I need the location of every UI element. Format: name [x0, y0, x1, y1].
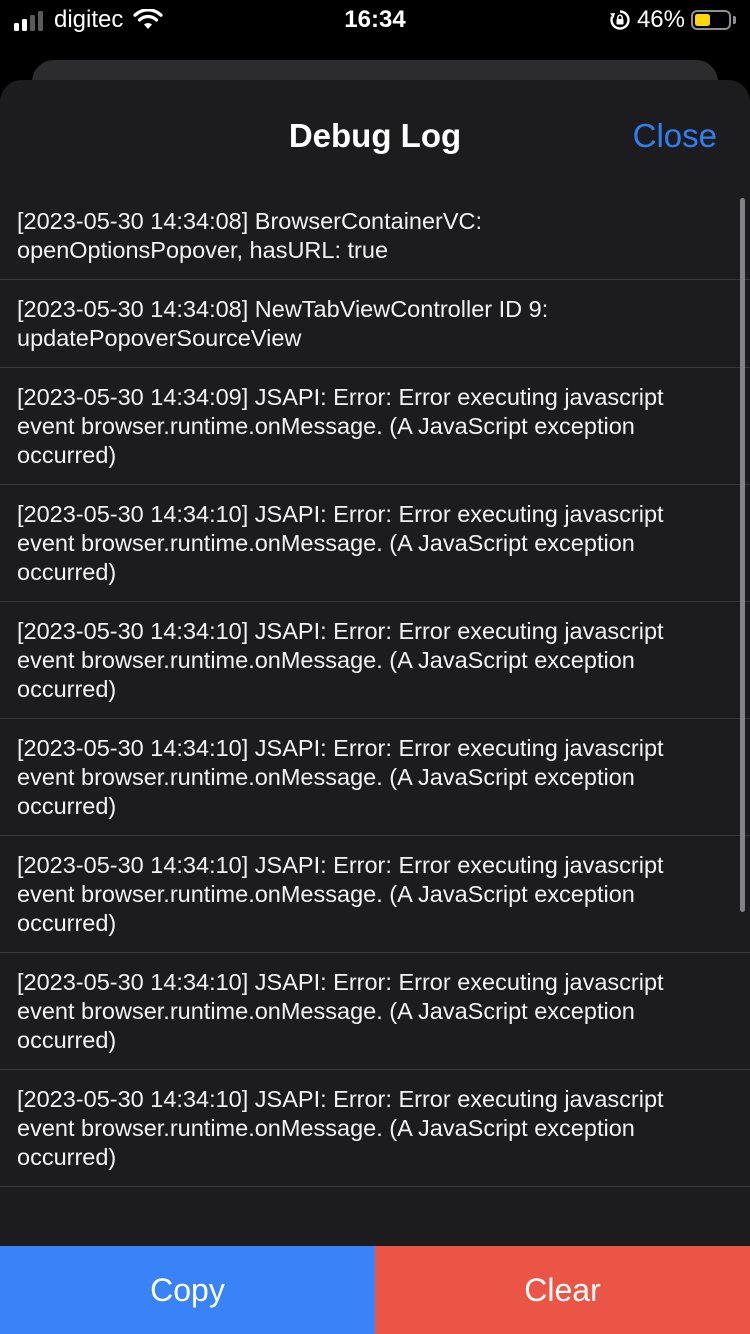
log-entry: [2023-05-30 14:34:10] JSAPI: Error: Erro… [0, 719, 750, 836]
action-toolbar: Copy Clear [0, 1246, 750, 1334]
battery-level-fill [695, 14, 710, 26]
log-entry: [2023-05-30 14:34:09] JSAPI: Error: Erro… [0, 368, 750, 485]
battery-cap [733, 16, 736, 24]
rotation-lock-icon [609, 10, 630, 30]
scroll-indicator[interactable] [740, 198, 745, 912]
status-bar-right: 46% [609, 6, 736, 34]
debug-log-sheet: Debug Log Close [2023-05-30 14:34:08] Br… [0, 80, 750, 1334]
log-entry: [2023-05-30 14:34:10] JSAPI: Error: Erro… [0, 485, 750, 602]
copy-button[interactable]: Copy [0, 1246, 375, 1334]
log-entry: [2023-05-30 14:34:08] BrowserContainerVC… [0, 192, 750, 280]
close-button[interactable]: Close [633, 116, 717, 156]
clear-button[interactable]: Clear [375, 1246, 750, 1334]
navigation-bar: Debug Log Close [0, 80, 750, 192]
log-entry: [2023-05-30 14:34:10] JSAPI: Error: Erro… [0, 602, 750, 719]
screen: digitec 16:34 46% Debug Log Close [2023-… [0, 0, 750, 1334]
log-entry: [2023-05-30 14:34:10] JSAPI: Error: Erro… [0, 953, 750, 1070]
battery-icon [691, 10, 731, 30]
status-bar: digitec 16:34 46% [0, 0, 750, 40]
log-entry: [2023-05-30 14:34:08] NewTabViewControll… [0, 280, 750, 368]
log-list[interactable]: [2023-05-30 14:34:08] BrowserContainerVC… [0, 192, 750, 1246]
log-entry: [2023-05-30 14:34:10] JSAPI: Error: Erro… [0, 1070, 750, 1187]
battery-percentage: 46% [636, 6, 685, 33]
log-entry: [2023-05-30 14:34:10] JSAPI: Error: Erro… [0, 836, 750, 953]
